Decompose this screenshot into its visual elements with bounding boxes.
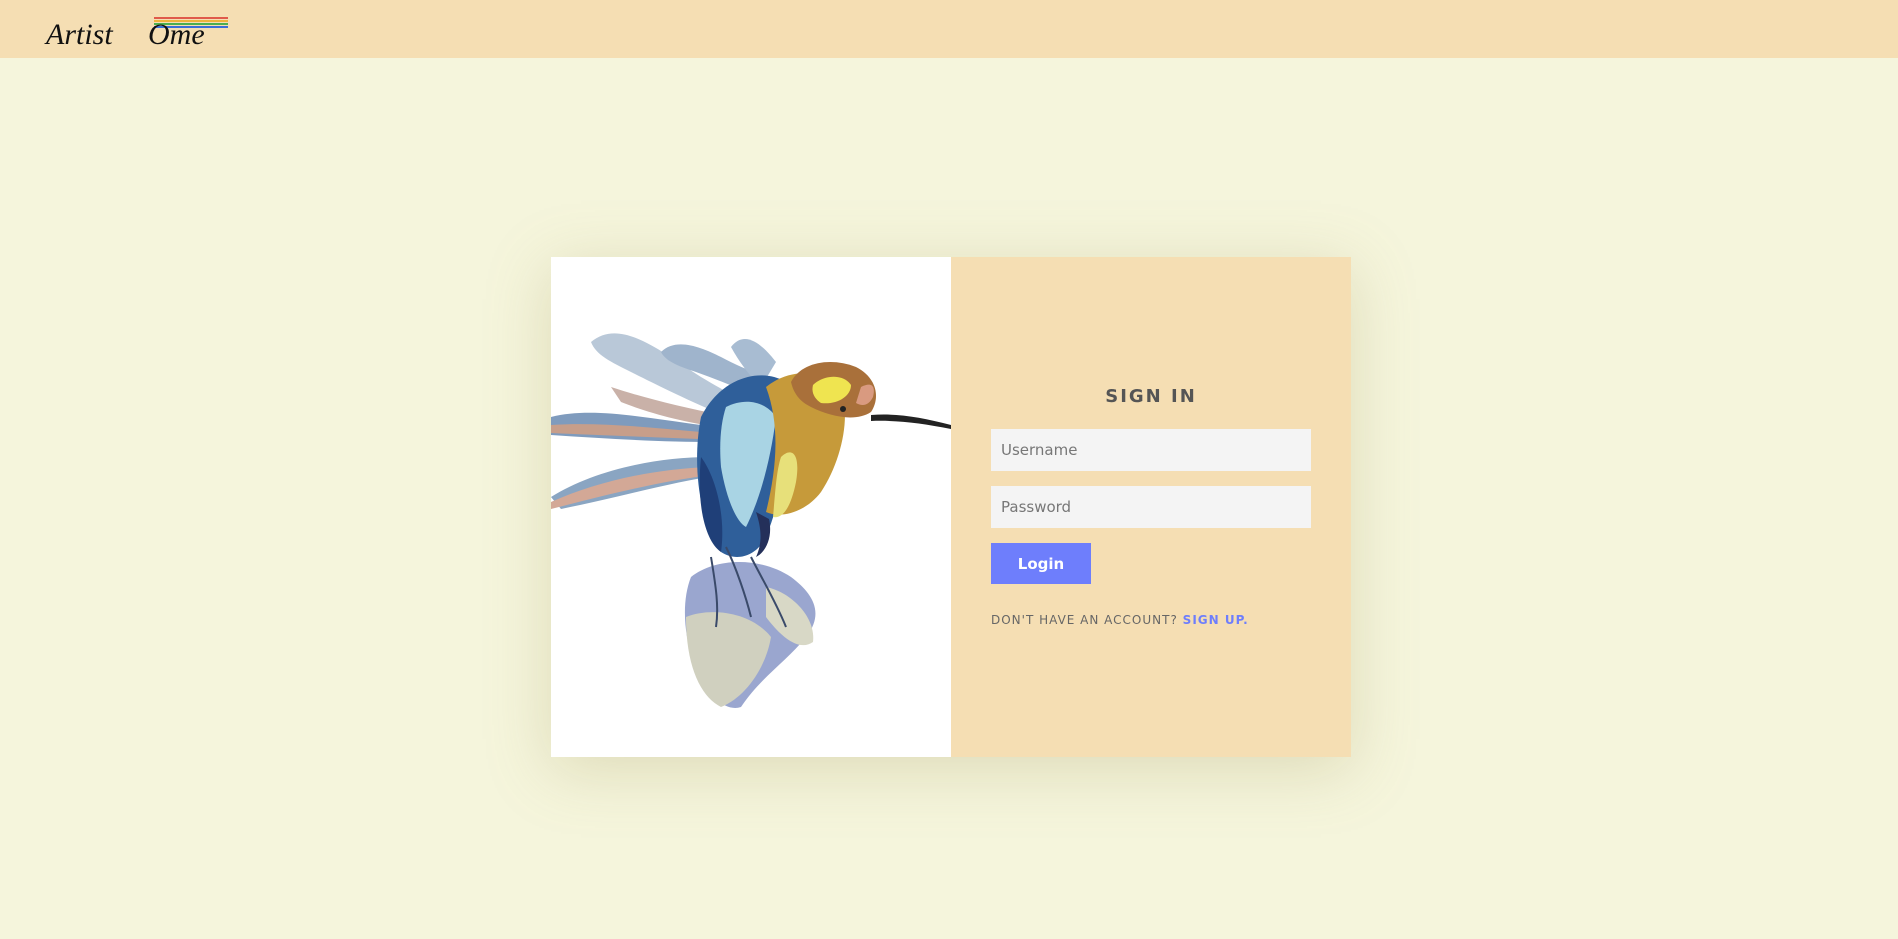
login-form-panel: SIGN IN Login DON'T HAVE AN ACCOUNT? SIG… — [951, 257, 1351, 757]
hummingbird-illustration-panel — [551, 257, 951, 757]
hummingbird-illustration — [551, 333, 951, 708]
top-bar: Artist Ome — [0, 0, 1898, 58]
svg-text:Artist: Artist — [44, 18, 113, 50]
password-input[interactable] — [991, 486, 1311, 528]
signup-prompt: DON'T HAVE AN ACCOUNT? SIGN UP. — [991, 613, 1249, 627]
svg-text:Ome: Ome — [148, 18, 205, 50]
username-input[interactable] — [991, 429, 1311, 471]
signup-link[interactable]: SIGN UP. — [1183, 613, 1249, 627]
sign-in-title: SIGN IN — [1105, 386, 1197, 407]
signup-prompt-text: DON'T HAVE AN ACCOUNT? — [991, 613, 1178, 627]
login-button[interactable]: Login — [991, 543, 1091, 584]
artistome-logo[interactable]: Artist Ome — [44, 10, 234, 50]
login-card: SIGN IN Login DON'T HAVE AN ACCOUNT? SIG… — [551, 257, 1351, 757]
